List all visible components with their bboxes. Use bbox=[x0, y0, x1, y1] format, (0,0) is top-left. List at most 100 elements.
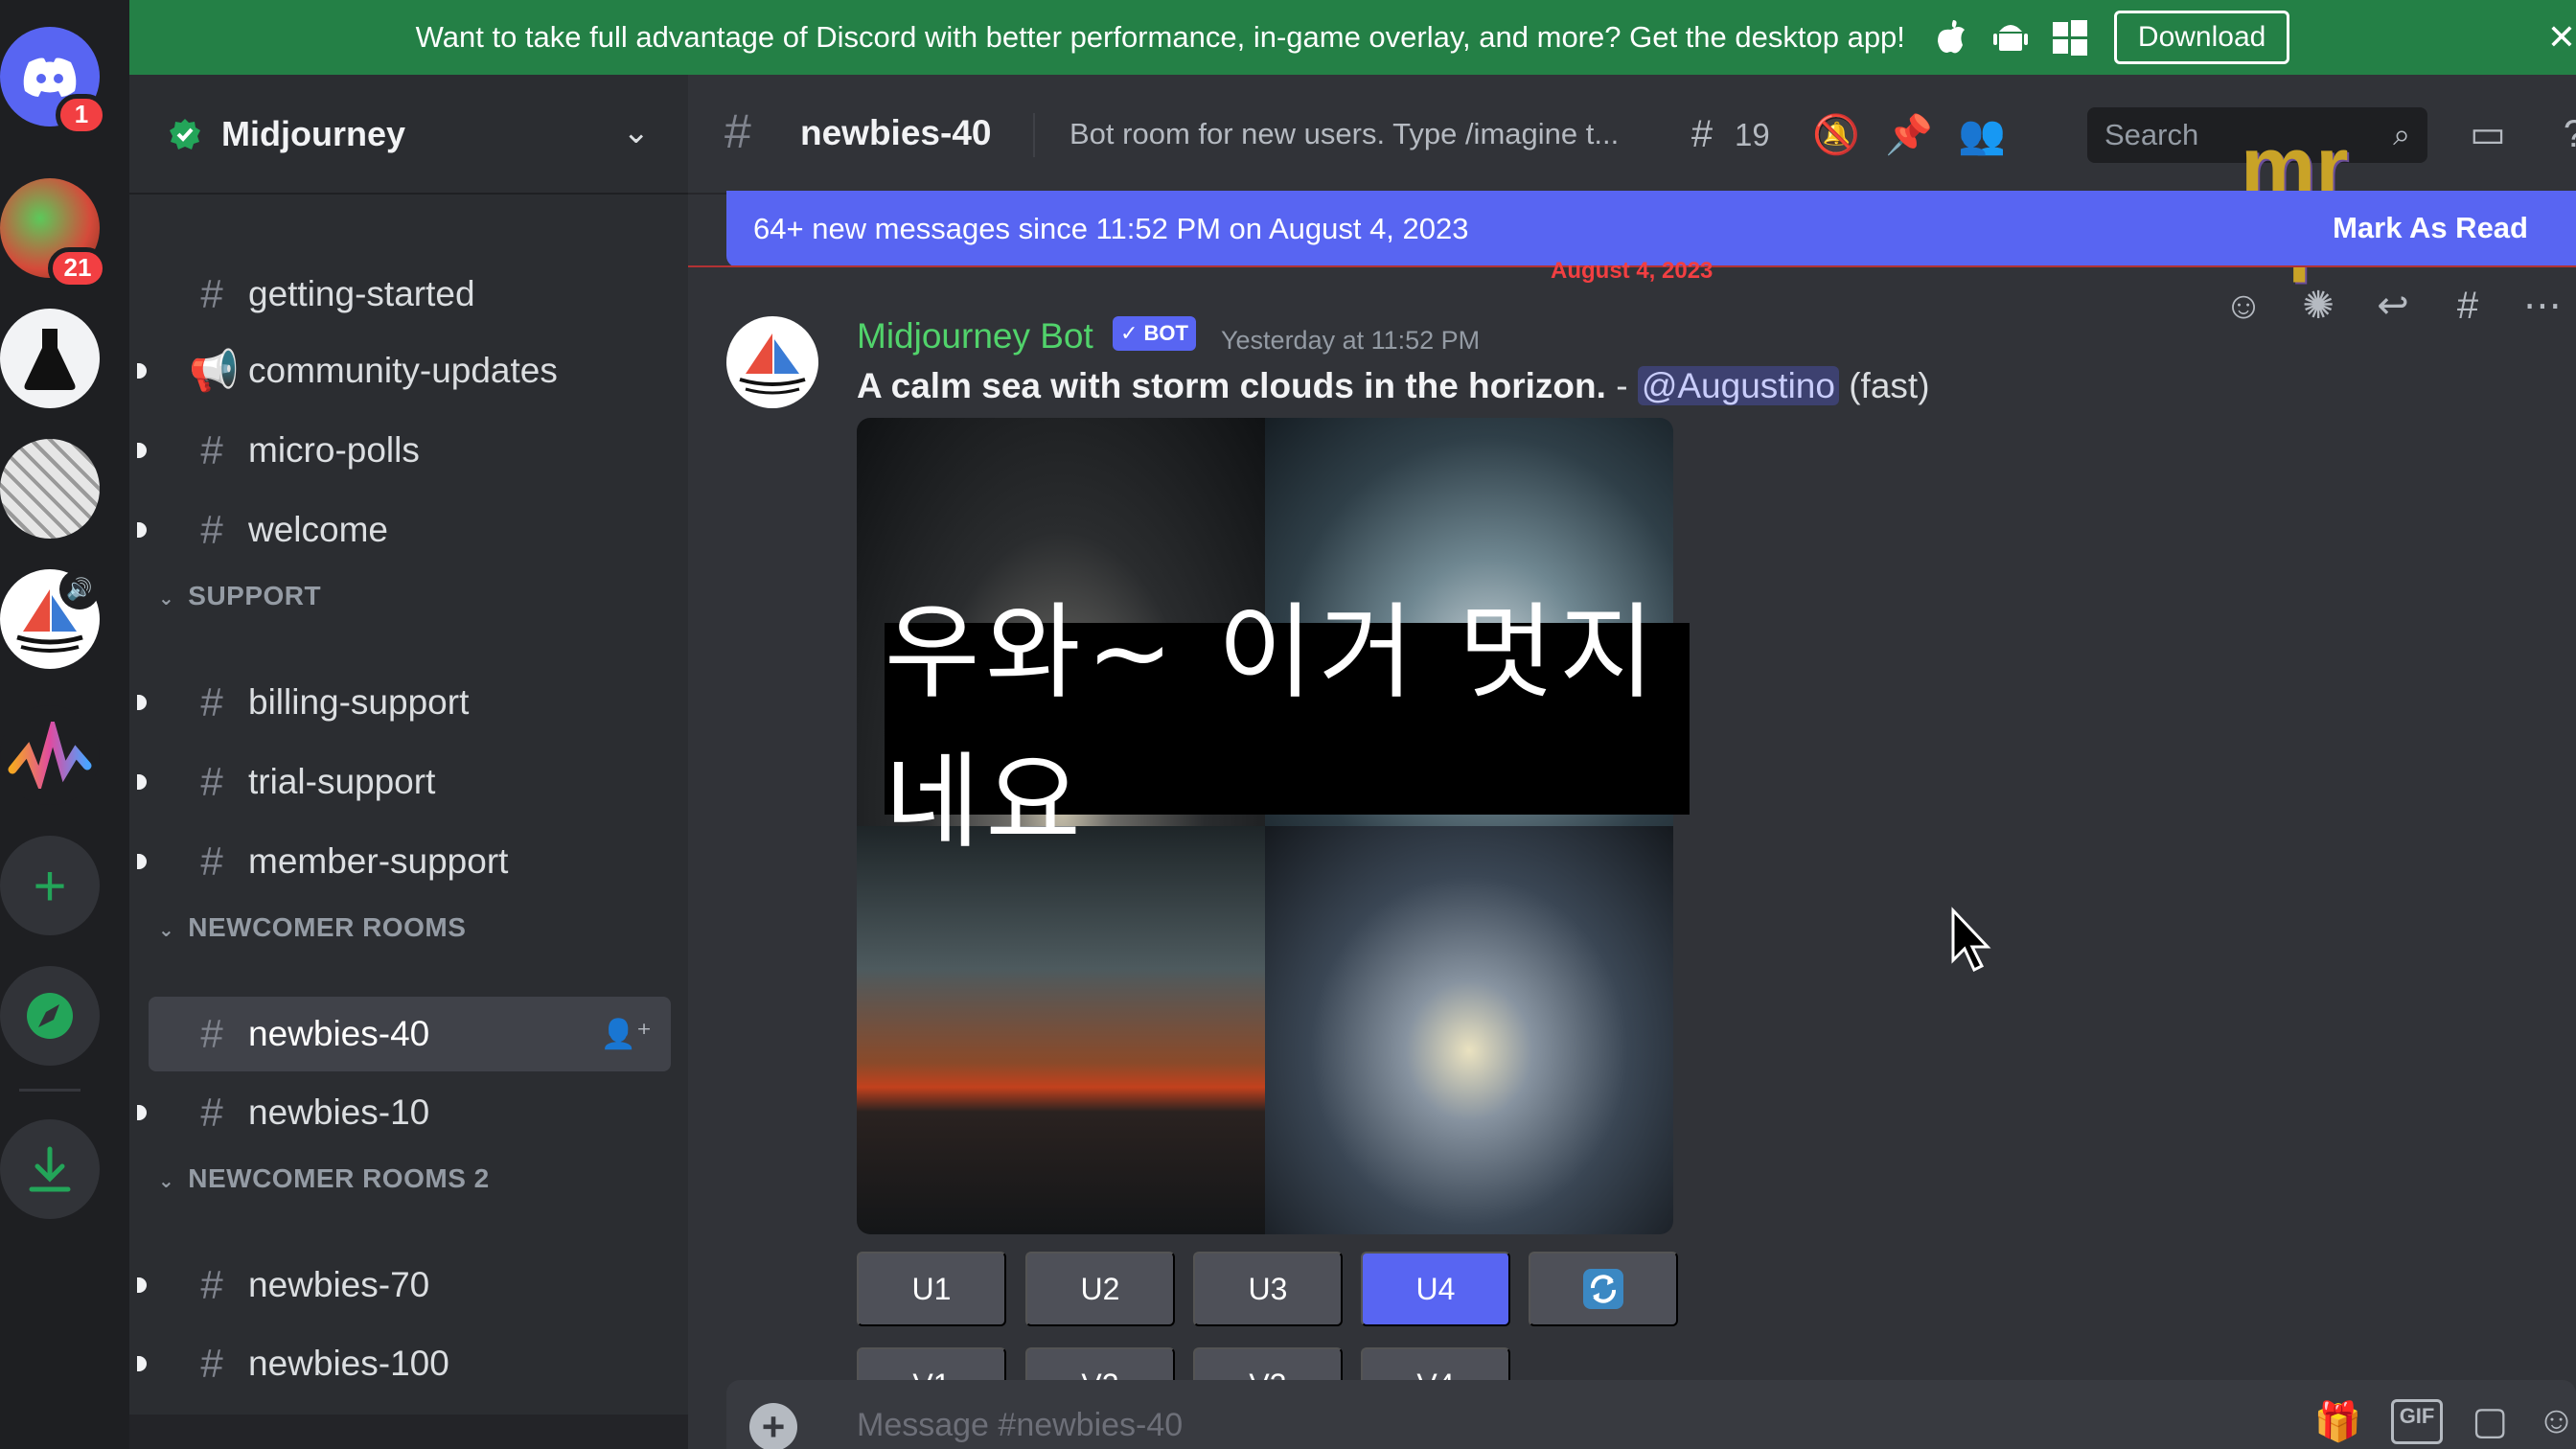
message-composer[interactable]: + Message #newbies-40 🎁 GIF ▢ ☺ bbox=[726, 1380, 2576, 1449]
super-reaction-icon[interactable]: ✺ bbox=[2288, 284, 2348, 328]
mouse-cursor-icon bbox=[1951, 907, 1991, 973]
channel-getting-started[interactable]: # getting-started bbox=[149, 257, 671, 332]
channel-newbies-70[interactable]: # newbies-70 bbox=[137, 1248, 671, 1322]
channel-label: newbies-40 bbox=[248, 1014, 430, 1053]
upscale-4-button[interactable]: U4 bbox=[1361, 1252, 1510, 1326]
video-subtitle-overlay: 우와~ 이거 멋지네요 bbox=[885, 593, 1690, 862]
mute-bell-icon[interactable]: 🔕 bbox=[1809, 107, 1863, 161]
channel-trial-support[interactable]: # trial-support bbox=[137, 745, 671, 819]
channel-billing-support[interactable]: # billing-support bbox=[137, 665, 671, 740]
image-tile-4[interactable] bbox=[1265, 826, 1673, 1234]
threads-icon[interactable]: # bbox=[1675, 107, 1729, 161]
new-messages-bar[interactable]: 64+ new messages since 11:52 PM on Augus… bbox=[726, 191, 2576, 267]
channel-micro-polls[interactable]: # micro-polls bbox=[137, 413, 671, 488]
discord-logo-icon bbox=[23, 58, 77, 97]
upscale-3-button[interactable]: U3 bbox=[1193, 1252, 1343, 1326]
channel-label: newbies-100 bbox=[248, 1344, 449, 1383]
attach-plus-icon[interactable]: + bbox=[749, 1403, 797, 1449]
message-author[interactable]: Midjourney Bot bbox=[857, 316, 1093, 356]
reroll-button[interactable] bbox=[1529, 1252, 1678, 1326]
server-icon-5[interactable] bbox=[0, 705, 100, 805]
unread-indicator bbox=[137, 695, 147, 710]
header-divider bbox=[1033, 113, 1035, 157]
category-newcomer-rooms-2[interactable]: ⌄ NEWCOMER ROOMS 2 bbox=[158, 1163, 490, 1194]
banner-text: Want to take full advantage of Discord w… bbox=[415, 20, 1905, 54]
chevron-down-icon: ⌄ bbox=[158, 920, 175, 941]
upscale-1-button[interactable]: U1 bbox=[857, 1252, 1006, 1326]
category-support[interactable]: ⌄ SUPPORT bbox=[158, 581, 321, 611]
channel-label: trial-support bbox=[248, 762, 436, 801]
explore-servers-button[interactable] bbox=[0, 966, 100, 1066]
channel-topic[interactable]: Bot room for new users. Type /imagine t.… bbox=[1070, 117, 1644, 151]
category-newcomer-rooms[interactable]: ⌄ NEWCOMER ROOMS bbox=[158, 912, 466, 943]
close-banner-icon[interactable]: ✕ bbox=[2547, 17, 2576, 58]
hash-icon: # bbox=[200, 507, 223, 552]
add-reaction-icon[interactable]: ☺ bbox=[2214, 285, 2273, 328]
composer-icons: 🎁 GIF ▢ ☺ bbox=[2314, 1399, 2576, 1444]
date-divider-text: August 4, 2023 bbox=[1551, 258, 1714, 284]
refresh-icon bbox=[1583, 1269, 1623, 1309]
download-button[interactable]: Download bbox=[2113, 11, 2290, 64]
channel-label: community-updates bbox=[248, 351, 558, 390]
windows-icon bbox=[2051, 18, 2089, 57]
discord-window: 1 21 🔊 + Want to take full advantage of … bbox=[0, 0, 2576, 1449]
inbox-icon[interactable]: ▭ bbox=[2461, 107, 2515, 161]
user-panel bbox=[129, 1414, 688, 1449]
channel-label: newbies-10 bbox=[248, 1092, 430, 1132]
channel-newbies-10[interactable]: # newbies-10 bbox=[137, 1075, 671, 1150]
channel-welcome[interactable]: # welcome bbox=[137, 493, 671, 567]
message-timestamp: Yesterday at 11:52 PM bbox=[1221, 326, 1481, 355]
pin-icon[interactable]: 📌 bbox=[1882, 107, 1936, 161]
members-icon[interactable]: 👥 bbox=[1955, 107, 2009, 161]
sticker-icon[interactable]: ▢ bbox=[2472, 1399, 2508, 1444]
channel-community-updates[interactable]: 📢 community-updates bbox=[137, 334, 671, 408]
help-icon[interactable]: ? bbox=[2547, 107, 2576, 161]
channel-label: micro-polls bbox=[248, 430, 420, 470]
new-messages-text: 64+ new messages since 11:52 PM on Augus… bbox=[753, 212, 1469, 245]
message-speed: (fast) bbox=[1849, 366, 1930, 405]
channel-member-support[interactable]: # member-support bbox=[137, 824, 671, 899]
search-placeholder: Search bbox=[2104, 118, 2199, 151]
date-divider: August 4, 2023 bbox=[688, 258, 2576, 284]
waveform-icon bbox=[8, 722, 92, 789]
upscale-2-button[interactable]: U2 bbox=[1025, 1252, 1175, 1326]
avatar[interactable] bbox=[726, 316, 818, 408]
add-member-icon[interactable]: 👤⁺ bbox=[601, 1018, 652, 1051]
reply-icon[interactable]: ↩ bbox=[2363, 284, 2423, 328]
gif-icon[interactable]: GIF bbox=[2390, 1399, 2444, 1444]
compass-icon bbox=[27, 993, 73, 1039]
category-label: NEWCOMER ROOMS bbox=[188, 912, 467, 942]
emoji-icon[interactable]: ☺ bbox=[2537, 1399, 2576, 1444]
home-notification-badge: 1 bbox=[56, 94, 107, 136]
download-icon bbox=[29, 1146, 71, 1192]
server-icon-3[interactable] bbox=[0, 439, 100, 539]
hash-locked-icon: # bbox=[200, 1011, 223, 1056]
flask-icon bbox=[24, 329, 76, 390]
chevron-down-icon[interactable]: ⌄ bbox=[623, 113, 651, 151]
chevron-down-icon: ⌄ bbox=[158, 1171, 175, 1192]
guild-header[interactable]: Midjourney ⌄ bbox=[129, 75, 688, 195]
channel-title: newbies-40 bbox=[800, 113, 992, 152]
hash-locked-icon: # bbox=[200, 1262, 223, 1307]
rail-separator bbox=[19, 1089, 80, 1092]
server-rail: 1 21 🔊 + bbox=[0, 0, 129, 1449]
message-input[interactable]: Message #newbies-40 bbox=[857, 1407, 1183, 1444]
image-tile-3[interactable] bbox=[857, 826, 1265, 1234]
channel-newbies-40[interactable]: # newbies-40 👤⁺ bbox=[149, 997, 671, 1071]
guild-name: Midjourney bbox=[221, 113, 406, 153]
download-apps-button[interactable] bbox=[0, 1119, 100, 1219]
create-thread-icon[interactable]: # bbox=[2438, 285, 2497, 328]
add-server-button[interactable]: + bbox=[0, 836, 100, 935]
mark-as-read-button[interactable]: Mark As Read bbox=[2333, 211, 2528, 245]
gift-icon[interactable]: 🎁 bbox=[2314, 1399, 2362, 1444]
category-label: SUPPORT bbox=[188, 581, 322, 610]
user-mention[interactable]: @Augustino bbox=[1637, 366, 1839, 405]
server-icon-2[interactable] bbox=[0, 309, 100, 408]
message-prompt: A calm sea with storm clouds in the hori… bbox=[857, 366, 1606, 405]
hash-locked-icon: # bbox=[200, 427, 223, 472]
category-label: NEWCOMER ROOMS 2 bbox=[188, 1163, 490, 1193]
channel-newbies-100[interactable]: # newbies-100 bbox=[137, 1326, 671, 1401]
android-icon bbox=[1991, 18, 2030, 57]
hash-locked-icon: # bbox=[200, 1341, 223, 1386]
more-icon[interactable]: ⋯ bbox=[2513, 284, 2572, 328]
